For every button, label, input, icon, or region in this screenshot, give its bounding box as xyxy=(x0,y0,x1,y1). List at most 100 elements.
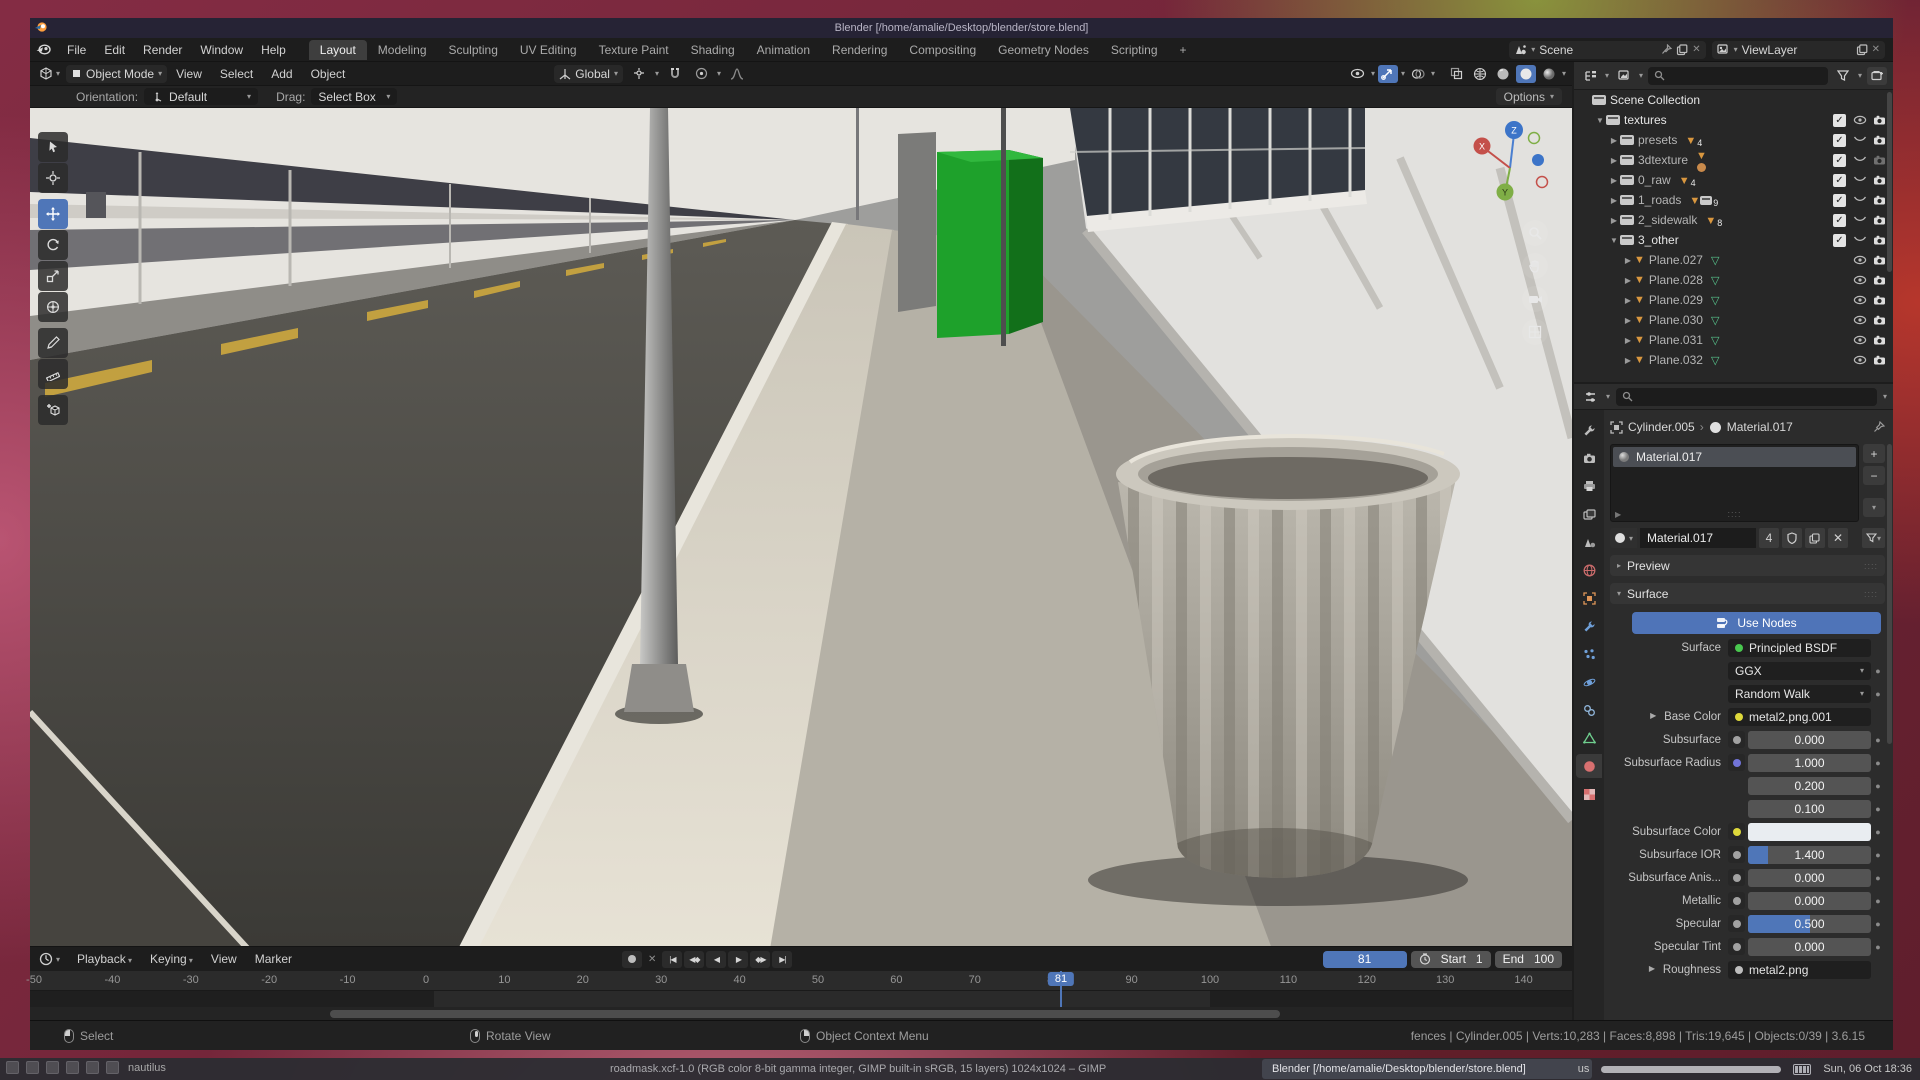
tool-rotate[interactable] xyxy=(38,230,68,260)
viewport-menu-select[interactable]: Select xyxy=(211,67,262,81)
timeline-ruler[interactable]: -50-40-30-20-100102030405060708090100110… xyxy=(30,971,1572,991)
outliner-item-label[interactable]: textures xyxy=(1624,113,1667,127)
eye-closed-icon[interactable] xyxy=(1852,136,1867,144)
use-nodes-button[interactable]: Use Nodes xyxy=(1632,612,1881,634)
drag-setting-dropdown[interactable]: Select Box ▾ xyxy=(311,88,397,105)
mode-selector[interactable]: Object Mode ▾ xyxy=(66,65,167,83)
value-field[interactable]: 1.000 xyxy=(1748,754,1871,772)
tab-rendering[interactable]: Rendering xyxy=(821,40,898,60)
dropdown-random-walk[interactable]: Random Walk▾ xyxy=(1728,685,1871,703)
tab-scripting[interactable]: Scripting xyxy=(1100,40,1169,60)
outliner-item-label[interactable]: 2_sidewalk xyxy=(1638,213,1697,227)
tab-compositing[interactable]: Compositing xyxy=(898,40,987,60)
expand-icon[interactable]: ▶ xyxy=(1650,711,1656,720)
value-field[interactable]: Principled BSDF xyxy=(1728,639,1871,657)
taskbar-window-gimp[interactable]: roadmask.xcf-1.0 (RGB color 8-bit gamma … xyxy=(600,1059,1260,1079)
outliner-row[interactable]: ▼textures✓ xyxy=(1574,110,1893,130)
viewport-menu-view[interactable]: View xyxy=(167,67,211,81)
editor-type-icon[interactable] xyxy=(36,950,56,968)
animate-dot-icon[interactable]: ● xyxy=(1871,781,1885,791)
tool-select-box[interactable] xyxy=(38,132,68,162)
taskbar-app-icon[interactable] xyxy=(106,1061,119,1074)
outliner-item-label[interactable]: 3_other xyxy=(1638,233,1679,247)
view-layer-selector[interactable]: ▾ ViewLayer ✕ xyxy=(1712,41,1885,59)
editor-type-icon[interactable] xyxy=(1580,67,1600,85)
properties-search-input[interactable] xyxy=(1616,388,1877,406)
tool-cursor[interactable] xyxy=(38,163,68,193)
new-view-layer-icon[interactable] xyxy=(1856,44,1868,56)
taskbar-app-icon[interactable] xyxy=(26,1061,39,1074)
shading-wireframe-icon[interactable] xyxy=(1470,65,1490,83)
checkbox-icon[interactable]: ✓ xyxy=(1833,174,1846,187)
outliner-row[interactable]: ▶1_roads▼9✓ xyxy=(1574,190,1893,210)
jump-end-button[interactable]: ▶| xyxy=(772,951,792,968)
frame-end-field[interactable]: End 100 xyxy=(1495,951,1562,968)
menu-edit[interactable]: Edit xyxy=(95,43,134,57)
eye-closed-icon[interactable] xyxy=(1852,176,1867,184)
properties-tab-tool[interactable] xyxy=(1576,418,1602,442)
eye-open-icon[interactable] xyxy=(1852,355,1867,365)
users-count-button[interactable]: 4 xyxy=(1759,528,1779,548)
value-field[interactable]: 0.500 xyxy=(1748,915,1871,933)
eye-open-icon[interactable] xyxy=(1852,295,1867,305)
outliner-item-label[interactable]: Scene Collection xyxy=(1610,93,1700,107)
properties-tab-object[interactable] xyxy=(1576,586,1602,610)
add-workspace-button[interactable]: + xyxy=(1169,40,1198,60)
camera-toggle-icon[interactable] xyxy=(1872,155,1887,165)
value-field[interactable]: 0.100 xyxy=(1748,800,1871,818)
camera-toggle-icon[interactable] xyxy=(1872,315,1887,325)
keying-filter-icon[interactable]: ✕ xyxy=(648,954,656,965)
properties-tab-view-layer[interactable] xyxy=(1576,502,1602,526)
checkbox-icon[interactable]: ✓ xyxy=(1833,194,1846,207)
outliner-item-label[interactable]: Plane.028 xyxy=(1649,273,1703,287)
eye-closed-icon[interactable] xyxy=(1852,216,1867,224)
tool-move[interactable] xyxy=(38,199,68,229)
viewport-menu-add[interactable]: Add xyxy=(262,67,301,81)
camera-toggle-icon[interactable] xyxy=(1872,255,1887,265)
checkbox-icon[interactable]: ✓ xyxy=(1833,234,1846,247)
expand-icon[interactable]: ▶ xyxy=(1622,336,1634,345)
checkbox-icon[interactable]: ✓ xyxy=(1833,154,1846,167)
tray-icon[interactable] xyxy=(1793,1064,1811,1075)
expand-icon[interactable]: ▶ xyxy=(1608,136,1620,145)
scene-selector[interactable]: ▾ Scene ✕ xyxy=(1509,41,1705,59)
expand-icon[interactable]: ▶ xyxy=(1615,510,1621,519)
proportional-falloff-icon[interactable] xyxy=(727,65,747,83)
outliner-item-label[interactable]: Plane.031 xyxy=(1649,333,1703,347)
animate-dot-icon[interactable]: ● xyxy=(1871,896,1885,906)
chevron-down-icon[interactable]: ▾ xyxy=(1883,392,1887,401)
next-keyframe-button[interactable]: ◆▶ xyxy=(750,951,770,968)
browse-material-button[interactable]: ▾ xyxy=(1610,528,1637,548)
expand-icon[interactable]: ▶ xyxy=(1608,196,1620,205)
shading-solid-icon[interactable] xyxy=(1493,65,1513,83)
viewport-scene[interactable]: Z X Y xyxy=(30,108,1572,949)
shading-material-preview-icon[interactable] xyxy=(1516,65,1536,83)
auto-keying-button[interactable] xyxy=(622,951,642,968)
outliner-row[interactable]: ▶▼Plane.028▽ xyxy=(1574,270,1893,290)
eye-open-icon[interactable] xyxy=(1852,335,1867,345)
frame-start-field[interactable]: Start 1 xyxy=(1411,951,1491,968)
zoom-icon[interactable] xyxy=(1522,220,1548,246)
slot-specials-menu[interactable]: ▾ xyxy=(1863,498,1885,517)
editor-type-icon[interactable] xyxy=(36,65,56,83)
animate-dot-icon[interactable]: ● xyxy=(1871,804,1885,814)
green-box[interactable] xyxy=(898,132,1043,338)
timeline-menu-marker[interactable]: Marker xyxy=(246,952,301,966)
pin-icon[interactable] xyxy=(1661,44,1672,55)
tab-layout[interactable]: Layout xyxy=(309,40,367,60)
animate-dot-icon[interactable]: ● xyxy=(1871,666,1885,676)
breadcrumb-object[interactable]: Cylinder.005 xyxy=(1628,420,1695,434)
animate-dot-icon[interactable]: ● xyxy=(1871,735,1885,745)
specials-filter-icon[interactable]: ▾ xyxy=(1862,528,1885,548)
editor-type-icon[interactable] xyxy=(1580,388,1600,406)
expand-icon[interactable]: ▶ xyxy=(1622,296,1634,305)
properties-tab-modifiers[interactable] xyxy=(1576,614,1602,638)
tab-modeling[interactable]: Modeling xyxy=(367,40,438,60)
keyboard-layout-indicator[interactable]: us xyxy=(1578,1063,1590,1075)
expand-icon[interactable]: ▶ xyxy=(1622,256,1634,265)
taskbar-window-blender[interactable]: Blender [/home/amalie/Desktop/blender/st… xyxy=(1262,1059,1592,1079)
tab-sculpting[interactable]: Sculpting xyxy=(438,40,509,60)
checkbox-icon[interactable]: ✓ xyxy=(1833,114,1846,127)
new-scene-icon[interactable] xyxy=(1676,44,1688,56)
value-field[interactable]: 0.000 xyxy=(1748,892,1871,910)
